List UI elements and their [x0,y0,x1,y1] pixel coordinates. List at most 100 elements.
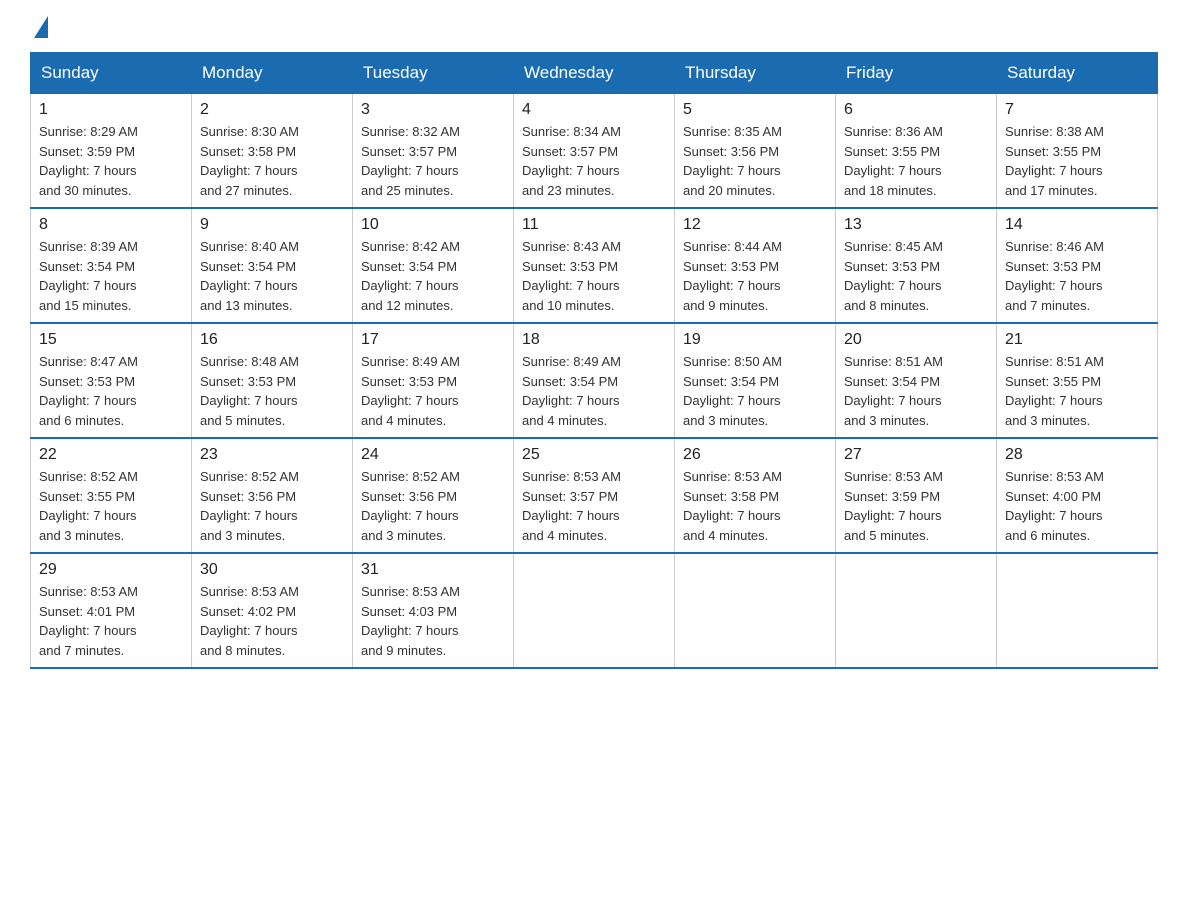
calendar-cell: 1 Sunrise: 8:29 AMSunset: 3:59 PMDayligh… [31,94,192,209]
day-number: 11 [522,216,666,234]
calendar-cell: 30 Sunrise: 8:53 AMSunset: 4:02 PMDaylig… [192,553,353,668]
calendar-cell: 12 Sunrise: 8:44 AMSunset: 3:53 PMDaylig… [675,208,836,323]
calendar-table: SundayMondayTuesdayWednesdayThursdayFrid… [30,52,1158,669]
calendar-cell: 8 Sunrise: 8:39 AMSunset: 3:54 PMDayligh… [31,208,192,323]
day-info: Sunrise: 8:51 AMSunset: 3:55 PMDaylight:… [1005,354,1104,428]
calendar-week-4: 22 Sunrise: 8:52 AMSunset: 3:55 PMDaylig… [31,438,1158,553]
calendar-cell: 20 Sunrise: 8:51 AMSunset: 3:54 PMDaylig… [836,323,997,438]
day-number: 21 [1005,331,1149,349]
calendar-cell: 25 Sunrise: 8:53 AMSunset: 3:57 PMDaylig… [514,438,675,553]
day-number: 15 [39,331,183,349]
day-info: Sunrise: 8:53 AMSunset: 4:00 PMDaylight:… [1005,469,1104,543]
day-info: Sunrise: 8:49 AMSunset: 3:54 PMDaylight:… [522,354,621,428]
day-info: Sunrise: 8:39 AMSunset: 3:54 PMDaylight:… [39,239,138,313]
calendar-week-2: 8 Sunrise: 8:39 AMSunset: 3:54 PMDayligh… [31,208,1158,323]
day-number: 12 [683,216,827,234]
calendar-cell: 19 Sunrise: 8:50 AMSunset: 3:54 PMDaylig… [675,323,836,438]
day-info: Sunrise: 8:53 AMSunset: 3:59 PMDaylight:… [844,469,943,543]
calendar-cell [675,553,836,668]
calendar-cell: 24 Sunrise: 8:52 AMSunset: 3:56 PMDaylig… [353,438,514,553]
day-info: Sunrise: 8:34 AMSunset: 3:57 PMDaylight:… [522,124,621,198]
day-number: 20 [844,331,988,349]
calendar-cell: 2 Sunrise: 8:30 AMSunset: 3:58 PMDayligh… [192,94,353,209]
day-info: Sunrise: 8:42 AMSunset: 3:54 PMDaylight:… [361,239,460,313]
calendar-cell: 6 Sunrise: 8:36 AMSunset: 3:55 PMDayligh… [836,94,997,209]
calendar-cell: 22 Sunrise: 8:52 AMSunset: 3:55 PMDaylig… [31,438,192,553]
day-info: Sunrise: 8:44 AMSunset: 3:53 PMDaylight:… [683,239,782,313]
day-info: Sunrise: 8:32 AMSunset: 3:57 PMDaylight:… [361,124,460,198]
day-number: 7 [1005,101,1149,119]
calendar-week-5: 29 Sunrise: 8:53 AMSunset: 4:01 PMDaylig… [31,553,1158,668]
day-info: Sunrise: 8:49 AMSunset: 3:53 PMDaylight:… [361,354,460,428]
day-info: Sunrise: 8:52 AMSunset: 3:56 PMDaylight:… [361,469,460,543]
day-info: Sunrise: 8:36 AMSunset: 3:55 PMDaylight:… [844,124,943,198]
weekday-wednesday: Wednesday [514,53,675,94]
day-info: Sunrise: 8:48 AMSunset: 3:53 PMDaylight:… [200,354,299,428]
day-info: Sunrise: 8:46 AMSunset: 3:53 PMDaylight:… [1005,239,1104,313]
day-number: 18 [522,331,666,349]
calendar-cell: 5 Sunrise: 8:35 AMSunset: 3:56 PMDayligh… [675,94,836,209]
logo [30,20,48,34]
calendar-week-3: 15 Sunrise: 8:47 AMSunset: 3:53 PMDaylig… [31,323,1158,438]
calendar-cell [997,553,1158,668]
day-number: 3 [361,101,505,119]
weekday-header-row: SundayMondayTuesdayWednesdayThursdayFrid… [31,53,1158,94]
logo-triangle-icon [34,16,48,38]
calendar-cell [836,553,997,668]
day-number: 23 [200,446,344,464]
weekday-saturday: Saturday [997,53,1158,94]
calendar-cell: 4 Sunrise: 8:34 AMSunset: 3:57 PMDayligh… [514,94,675,209]
day-number: 9 [200,216,344,234]
calendar-cell: 14 Sunrise: 8:46 AMSunset: 3:53 PMDaylig… [997,208,1158,323]
calendar-cell: 23 Sunrise: 8:52 AMSunset: 3:56 PMDaylig… [192,438,353,553]
weekday-sunday: Sunday [31,53,192,94]
calendar-cell: 16 Sunrise: 8:48 AMSunset: 3:53 PMDaylig… [192,323,353,438]
day-number: 17 [361,331,505,349]
calendar-cell: 13 Sunrise: 8:45 AMSunset: 3:53 PMDaylig… [836,208,997,323]
day-number: 2 [200,101,344,119]
calendar-cell: 18 Sunrise: 8:49 AMSunset: 3:54 PMDaylig… [514,323,675,438]
day-info: Sunrise: 8:29 AMSunset: 3:59 PMDaylight:… [39,124,138,198]
day-number: 14 [1005,216,1149,234]
day-info: Sunrise: 8:35 AMSunset: 3:56 PMDaylight:… [683,124,782,198]
calendar-body: 1 Sunrise: 8:29 AMSunset: 3:59 PMDayligh… [31,94,1158,669]
day-info: Sunrise: 8:53 AMSunset: 3:58 PMDaylight:… [683,469,782,543]
calendar-week-1: 1 Sunrise: 8:29 AMSunset: 3:59 PMDayligh… [31,94,1158,209]
day-info: Sunrise: 8:52 AMSunset: 3:55 PMDaylight:… [39,469,138,543]
calendar-cell: 7 Sunrise: 8:38 AMSunset: 3:55 PMDayligh… [997,94,1158,209]
day-number: 31 [361,561,505,579]
calendar-cell: 29 Sunrise: 8:53 AMSunset: 4:01 PMDaylig… [31,553,192,668]
calendar-cell: 15 Sunrise: 8:47 AMSunset: 3:53 PMDaylig… [31,323,192,438]
day-info: Sunrise: 8:52 AMSunset: 3:56 PMDaylight:… [200,469,299,543]
day-number: 29 [39,561,183,579]
day-number: 30 [200,561,344,579]
calendar-cell: 3 Sunrise: 8:32 AMSunset: 3:57 PMDayligh… [353,94,514,209]
day-number: 19 [683,331,827,349]
day-number: 24 [361,446,505,464]
calendar-cell [514,553,675,668]
day-number: 26 [683,446,827,464]
day-number: 22 [39,446,183,464]
weekday-monday: Monday [192,53,353,94]
day-number: 8 [39,216,183,234]
day-number: 1 [39,101,183,119]
calendar-cell: 17 Sunrise: 8:49 AMSunset: 3:53 PMDaylig… [353,323,514,438]
calendar-cell: 21 Sunrise: 8:51 AMSunset: 3:55 PMDaylig… [997,323,1158,438]
calendar-cell: 26 Sunrise: 8:53 AMSunset: 3:58 PMDaylig… [675,438,836,553]
weekday-friday: Friday [836,53,997,94]
calendar-cell: 10 Sunrise: 8:42 AMSunset: 3:54 PMDaylig… [353,208,514,323]
calendar-cell: 27 Sunrise: 8:53 AMSunset: 3:59 PMDaylig… [836,438,997,553]
day-info: Sunrise: 8:53 AMSunset: 4:03 PMDaylight:… [361,584,460,658]
day-info: Sunrise: 8:43 AMSunset: 3:53 PMDaylight:… [522,239,621,313]
calendar-cell: 31 Sunrise: 8:53 AMSunset: 4:03 PMDaylig… [353,553,514,668]
day-number: 4 [522,101,666,119]
calendar-cell: 11 Sunrise: 8:43 AMSunset: 3:53 PMDaylig… [514,208,675,323]
day-info: Sunrise: 8:53 AMSunset: 3:57 PMDaylight:… [522,469,621,543]
day-info: Sunrise: 8:50 AMSunset: 3:54 PMDaylight:… [683,354,782,428]
day-info: Sunrise: 8:45 AMSunset: 3:53 PMDaylight:… [844,239,943,313]
day-info: Sunrise: 8:53 AMSunset: 4:02 PMDaylight:… [200,584,299,658]
day-number: 25 [522,446,666,464]
day-number: 28 [1005,446,1149,464]
weekday-thursday: Thursday [675,53,836,94]
day-number: 5 [683,101,827,119]
